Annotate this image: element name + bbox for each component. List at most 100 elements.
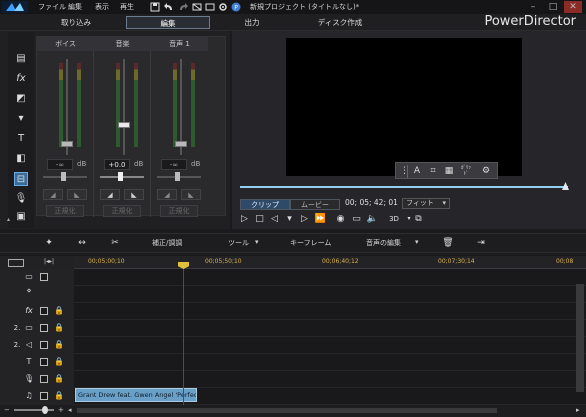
zoom-out-icon[interactable]: − xyxy=(4,406,10,414)
settings-icon[interactable]: ⚙ xyxy=(479,165,493,178)
magic-tool-icon[interactable]: ✦ xyxy=(42,236,56,250)
keyframe-button[interactable]: キーフレーム xyxy=(290,238,331,248)
previous-frame-icon[interactable]: ◁ xyxy=(268,213,281,225)
snapshot-icon[interactable]: ◉ xyxy=(334,213,347,225)
fader-knob[interactable] xyxy=(118,122,130,128)
pip-room-icon[interactable]: ◩ xyxy=(14,92,28,106)
more-functions-icon[interactable]: ⇥ xyxy=(474,236,488,250)
timeline-zoom-slider[interactable] xyxy=(14,409,54,411)
audio-edit-chevron-icon[interactable]: ▾ xyxy=(415,238,419,246)
effect-room-icon[interactable]: fx xyxy=(14,72,28,86)
tools-button[interactable]: ツール xyxy=(228,238,249,248)
drag-handle-icon[interactable]: ⋮ xyxy=(400,165,409,178)
db-value[interactable]: -∞ xyxy=(47,159,73,170)
fader-knob[interactable] xyxy=(175,141,187,147)
volume-fader[interactable] xyxy=(123,59,125,155)
crop-icon[interactable]: ⌗ xyxy=(426,165,440,178)
preview-scrub-bar[interactable] xyxy=(240,186,568,188)
fit-dropdown[interactable]: フィット ▾ xyxy=(402,198,450,209)
track-row[interactable]: ⋄ xyxy=(0,286,586,303)
play-icon[interactable]: ▷ xyxy=(238,213,251,225)
correct-enhance-button[interactable]: 補正/調調 xyxy=(152,238,182,248)
music-clip[interactable]: Grant Drew feat. Gwen Angel 'Perfect' xyxy=(75,388,197,402)
grid-icon[interactable]: ▦ xyxy=(442,165,456,178)
track-row[interactable]: 🎙 🔒 xyxy=(0,371,586,388)
menu-view[interactable]: 表示 xyxy=(95,2,109,12)
gear-icon[interactable] xyxy=(218,2,228,12)
redo-icon[interactable] xyxy=(178,2,188,12)
db-value[interactable]: +0.0 xyxy=(104,159,130,170)
volume-icon[interactable]: 🔈 xyxy=(366,213,379,225)
audio-edit-button[interactable]: 音声の編集 xyxy=(366,238,401,248)
track-enable-checkbox[interactable] xyxy=(40,307,48,315)
track-row[interactable]: ▭ xyxy=(0,269,586,286)
transition-room-icon[interactable]: ◧ xyxy=(14,152,28,166)
zoom-slider-knob[interactable] xyxy=(42,406,48,414)
minimize-icon[interactable]: – xyxy=(524,1,542,13)
track-enable-checkbox[interactable] xyxy=(40,273,48,281)
fit-timeline-icon[interactable]: |◂▸| xyxy=(44,258,54,265)
track-row[interactable]: T 🔒 xyxy=(0,354,586,371)
trash-icon[interactable]: 🗑 xyxy=(441,236,455,250)
playhead-line[interactable] xyxy=(183,264,184,407)
track-enable-checkbox[interactable] xyxy=(40,358,48,366)
scroll-right-icon[interactable]: ▸ xyxy=(576,406,580,414)
lock-icon[interactable]: 🔒 xyxy=(54,323,64,333)
pan-knob[interactable] xyxy=(175,172,180,181)
timeline-view-icon[interactable] xyxy=(8,259,24,267)
text-icon[interactable]: A xyxy=(410,165,424,178)
fader-knob[interactable] xyxy=(61,141,73,147)
pan-knob[interactable] xyxy=(61,172,66,181)
track-row[interactable]: fx 🔒 xyxy=(0,303,586,320)
fade-out-button[interactable]: ◣ xyxy=(67,189,87,200)
undock-icon[interactable]: ⧉ xyxy=(412,213,425,225)
fade-in-button[interactable]: ◢ xyxy=(157,189,177,200)
clip-mode-button[interactable]: クリップ xyxy=(240,199,290,210)
lock-icon[interactable]: 🔒 xyxy=(54,374,64,384)
normalize-button[interactable]: 正規化 xyxy=(46,205,84,217)
db-value[interactable]: -∞ xyxy=(161,159,187,170)
movie-mode-button[interactable]: ムービー xyxy=(290,199,340,210)
track-enable-checkbox[interactable] xyxy=(40,324,48,332)
track-row[interactable]: 2. ▭ 🔒 xyxy=(0,320,586,337)
fade-in-button[interactable]: ◢ xyxy=(43,189,63,200)
maximize-icon[interactable]: □ xyxy=(544,1,562,13)
vertical-scrollbar[interactable] xyxy=(576,284,584,392)
3d-button[interactable]: 3D xyxy=(383,213,405,225)
split-icon[interactable]: ✂ xyxy=(108,236,122,250)
fullscreen-icon[interactable]: ▭ xyxy=(350,213,363,225)
track-enable-checkbox[interactable] xyxy=(40,375,48,383)
save-icon[interactable] xyxy=(150,2,160,12)
track-enable-checkbox[interactable] xyxy=(40,392,48,400)
fade-in-button[interactable]: ◢ xyxy=(100,189,120,200)
zoom-in-icon[interactable]: + xyxy=(58,406,64,414)
lock-icon[interactable]: 🔒 xyxy=(54,391,64,401)
collapse-icon[interactable]: ▴ xyxy=(7,216,17,224)
pan-knob[interactable] xyxy=(118,172,123,181)
tools-chevron-icon[interactable]: ▾ xyxy=(255,238,259,246)
zoom-toggle-icon[interactable]: ｶﾞﾘｯﾄﾞ xyxy=(459,165,473,178)
menu-edit[interactable]: 編集 xyxy=(68,2,82,12)
stop-icon[interactable]: □ xyxy=(253,213,266,225)
fade-out-button[interactable]: ◣ xyxy=(124,189,144,200)
lock-icon[interactable]: 🔒 xyxy=(54,357,64,367)
lock-icon[interactable]: 🔒 xyxy=(54,306,64,316)
media-room-icon[interactable]: ▤ xyxy=(14,52,28,66)
particle-room-icon[interactable]: ▾ xyxy=(14,112,28,126)
normalize-button[interactable]: 正規化 xyxy=(103,205,141,217)
user-badge-icon[interactable]: P xyxy=(231,2,241,12)
next-frame-icon[interactable]: ▷ xyxy=(298,213,311,225)
fade-out-button[interactable]: ◣ xyxy=(181,189,201,200)
undo-icon[interactable] xyxy=(164,2,174,12)
audio-mixing-room-icon[interactable]: ⊟ xyxy=(14,172,28,186)
close-icon[interactable]: ✕ xyxy=(564,1,582,13)
voice-over-icon[interactable]: 🎙 xyxy=(14,192,28,206)
transition-icon[interactable] xyxy=(192,2,202,12)
tab-produce[interactable]: 出力 xyxy=(222,16,282,29)
fast-forward-icon[interactable]: ⏩ xyxy=(314,213,327,225)
lock-icon[interactable]: 🔒 xyxy=(54,340,64,350)
track-enable-checkbox[interactable] xyxy=(40,341,48,349)
tab-capture[interactable]: 取り込み xyxy=(40,16,112,29)
scroll-left-icon[interactable]: ◂ xyxy=(68,406,72,414)
menu-file[interactable]: ファイル xyxy=(38,2,66,12)
